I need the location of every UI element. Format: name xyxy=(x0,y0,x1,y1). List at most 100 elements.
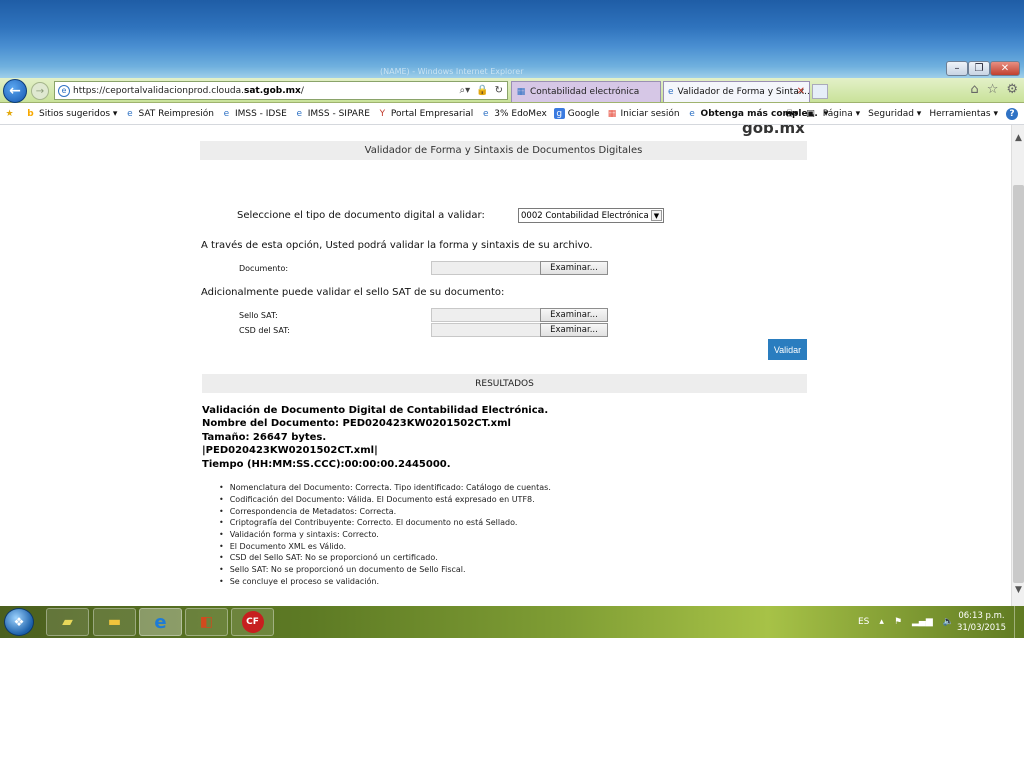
ie-page-icon: e xyxy=(296,108,303,119)
close-tab-icon[interactable]: ✕ xyxy=(797,86,805,97)
security-menu[interactable]: Seguridad ▾ xyxy=(868,109,921,119)
list-item: Criptografía del Contribuyente: Correcto… xyxy=(219,517,551,529)
clock[interactable]: 06:13 p.m. 31/03/2015 xyxy=(957,610,1006,634)
list-item: Nomenclatura del Documento: Correcta. Ti… xyxy=(219,482,551,494)
ie-page-icon: e xyxy=(58,84,70,97)
fav-sitios-sugeridos[interactable]: b Sitios sugeridos ▾ xyxy=(25,108,117,119)
refresh-icon[interactable]: ↻ xyxy=(495,85,503,96)
search-icon[interactable]: ⌕▾ xyxy=(460,85,471,96)
save-icon[interactable]: ▣ xyxy=(806,109,815,119)
forward-button[interactable]: → xyxy=(31,82,49,100)
maximize-button[interactable]: ❐ xyxy=(968,61,990,76)
header-logo-strip xyxy=(200,125,807,133)
taskbar-app-powerpoint[interactable]: ◧ xyxy=(185,608,228,636)
screen: (NAME) - Windows Internet Explorer – ❐ ✕… xyxy=(0,0,1024,638)
folder-icon: ▬ xyxy=(107,614,122,630)
clock-time: 06:13 p.m. xyxy=(958,611,1005,621)
bing-icon: b xyxy=(27,108,34,119)
list-item: CSD del Sello SAT: No se proporcionó un … xyxy=(219,552,551,564)
tray-expand-icon[interactable]: ▴ xyxy=(879,617,884,627)
windows-logo-icon: ❖ xyxy=(13,615,25,629)
forward-arrow-icon: → xyxy=(35,85,45,97)
seal-label: Sello SAT: xyxy=(239,311,278,320)
csd-browse-button[interactable]: Examinar... xyxy=(540,323,608,337)
internet-explorer-icon: e xyxy=(154,611,167,633)
address-bar: ← → e https://ceportalvalidacionprod.clo… xyxy=(0,78,1024,103)
seal-browse-button[interactable]: Examinar... xyxy=(540,308,608,322)
google-icon: g xyxy=(553,108,565,119)
ie-page-icon: e xyxy=(223,108,230,119)
results-header: RESULTADOS xyxy=(202,374,807,393)
tools-menu[interactable]: Herramientas ▾ xyxy=(929,109,998,119)
result-line: |PED020423KW0201502CT.xml| xyxy=(202,445,378,456)
cf-app-icon: CF xyxy=(241,611,264,633)
taskbar-app-explorer[interactable]: ▬ xyxy=(93,608,136,636)
lock-icon[interactable]: 🔒 xyxy=(476,85,488,96)
powerpoint-icon: ◧ xyxy=(199,614,214,630)
vertical-scrollbar[interactable]: ▲ ▼ xyxy=(1011,125,1024,606)
print-icon[interactable]: 🖶▾ xyxy=(785,106,798,122)
scroll-up-icon[interactable]: ▲ xyxy=(1012,133,1024,145)
document-type-select[interactable]: 0002 Contabilidad Electrónica ▼ xyxy=(518,208,664,223)
page-title: Validador de Forma y Sintaxis de Documen… xyxy=(200,141,807,160)
fav-sat-reimpresion[interactable]: e SAT Reimpresión xyxy=(124,108,214,119)
restore-icon: ❐ xyxy=(974,63,984,74)
csd-file-input[interactable] xyxy=(431,323,541,337)
tab-validador[interactable]: e Validador de Forma y Sintax... ✕ xyxy=(663,81,810,102)
back-button[interactable]: ← xyxy=(3,79,27,103)
url-text: https://ceportalvalidacionprod.clouda.sa… xyxy=(73,85,304,96)
taskbar-app-ie[interactable]: e xyxy=(139,608,182,636)
window-title: (NAME) - Windows Internet Explorer xyxy=(380,67,524,76)
validate-button[interactable]: Validar xyxy=(768,339,807,360)
list-item: Validación forma y sintaxis: Correcto. xyxy=(219,529,551,541)
favorites-star[interactable]: ★ xyxy=(4,108,18,119)
fav-portal-empresarial[interactable]: Y Portal Empresarial xyxy=(377,108,474,119)
gear-icon[interactable]: ⚙ xyxy=(1006,82,1018,97)
language-indicator[interactable]: ES xyxy=(858,617,869,627)
volume-icon[interactable]: 🔈 xyxy=(943,617,954,627)
scroll-down-icon[interactable]: ▼ xyxy=(1012,585,1024,597)
fav-iniciar-sesion[interactable]: ▦ Iniciar sesión xyxy=(607,108,680,119)
taskbar: ❖ ▰ ▬ e ◧ CF ES ▴ ⚑ ▂▄▆ 🔈 06:13 p.m. 31/… xyxy=(0,606,1024,638)
fav-imss-idse[interactable]: e IMSS - IDSE xyxy=(221,108,287,119)
browser-toolbar-icons: ⌂ ☆ ⚙ xyxy=(970,82,1018,97)
select-value: 0002 Contabilidad Electrónica xyxy=(521,210,649,221)
document-browse-button[interactable]: Examinar... xyxy=(540,261,608,275)
network-signal-icon[interactable]: ▂▄▆ xyxy=(912,617,933,627)
list-item: Se concluye el proceso se validación. xyxy=(219,576,551,588)
scroll-thumb[interactable] xyxy=(1013,185,1024,583)
taskbar-app-cf[interactable]: CF xyxy=(231,608,274,636)
system-tray: ES ▴ ⚑ ▂▄▆ 🔈 xyxy=(858,606,954,638)
help-icon[interactable]: ? xyxy=(1006,108,1018,120)
fav-edomex[interactable]: e 3% EdoMex xyxy=(480,108,547,119)
document-file-input[interactable] xyxy=(431,261,541,275)
tab-contabilidad[interactable]: ▦ Contabilidad electrónica xyxy=(511,81,661,102)
tab-site-icon: ▦ xyxy=(516,87,526,97)
minimize-icon: – xyxy=(954,63,960,74)
result-line: Validación de Documento Digital de Conta… xyxy=(202,405,549,416)
taskbar-app-sticky-notes[interactable]: ▰ xyxy=(46,608,89,636)
yahoo-icon: Y xyxy=(379,108,386,119)
url-actions: ⌕▾ 🔒 ↻ xyxy=(460,85,503,96)
show-desktop-button[interactable] xyxy=(1014,606,1024,638)
action-center-flag-icon[interactable]: ⚑ xyxy=(894,617,902,627)
favorites-star-icon[interactable]: ☆ xyxy=(987,82,999,97)
url-input[interactable]: e https://ceportalvalidacionprod.clouda.… xyxy=(54,81,508,100)
home-icon[interactable]: ⌂ xyxy=(970,82,978,97)
star-icon: ★ xyxy=(5,108,14,119)
clock-date: 31/03/2015 xyxy=(957,623,1006,633)
back-arrow-icon: ← xyxy=(9,83,21,99)
tab-label: Contabilidad electrónica xyxy=(530,87,640,97)
list-item: Codificación del Documento: Válida. El D… xyxy=(219,494,551,506)
result-line: Nombre del Documento: PED020423KW0201502… xyxy=(202,418,511,429)
minimize-button[interactable]: – xyxy=(946,61,968,76)
list-item: El Documento XML es Válido. xyxy=(219,540,551,552)
fav-google[interactable]: g Google xyxy=(553,108,600,119)
new-tab-button[interactable] xyxy=(812,84,828,99)
seal-file-input[interactable] xyxy=(431,308,541,322)
validation-checks-list: Nomenclatura del Documento: Correcta. Ti… xyxy=(219,482,551,587)
start-button[interactable]: ❖ xyxy=(4,608,34,636)
close-window-button[interactable]: ✕ xyxy=(990,61,1020,76)
page-menu[interactable]: Página ▾ xyxy=(823,109,860,119)
fav-imss-sipare[interactable]: e IMSS - SIPARE xyxy=(294,108,369,119)
